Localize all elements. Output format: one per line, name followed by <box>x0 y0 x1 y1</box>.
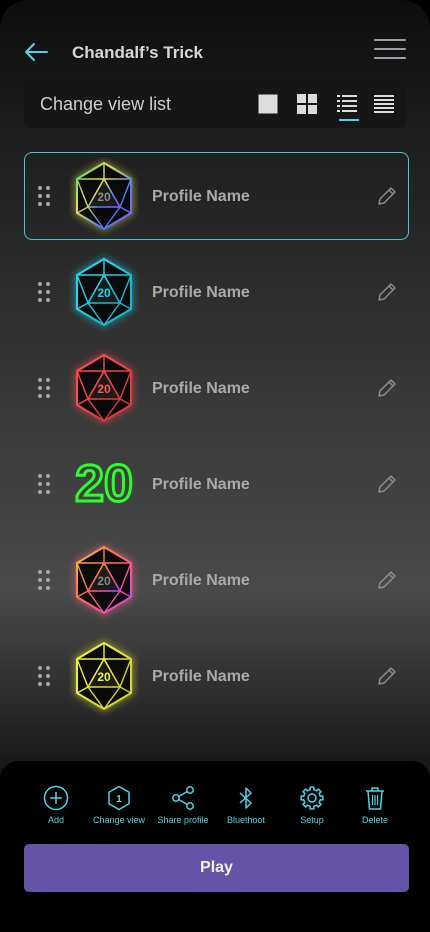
bottom-panel: Add 1 Change view Share profile Bluethoo… <box>0 761 430 932</box>
drag-handle-icon[interactable] <box>38 666 52 688</box>
top-bar: Chandalf’s Trick <box>0 30 430 74</box>
profile-row[interactable]: 20 Profile Name <box>24 152 409 240</box>
profile-name: Profile Name <box>152 476 250 493</box>
edit-pencil-icon[interactable] <box>376 185 398 207</box>
setup-button[interactable]: Setup <box>277 785 347 831</box>
action-label: Add <box>47 815 64 825</box>
bluetooth-button[interactable]: Bluethoot <box>211 785 281 831</box>
play-button[interactable]: Play <box>24 844 409 892</box>
arrow-left-icon <box>25 43 48 61</box>
view-single-button[interactable] <box>258 92 282 118</box>
drag-handle-icon[interactable] <box>38 378 52 400</box>
action-label: Change view <box>92 815 146 825</box>
profile-name: Profile Name <box>152 188 250 205</box>
view-list-button[interactable] <box>337 92 361 121</box>
d20-die-icon: 20 <box>69 349 139 429</box>
view-mode-label: Change view list <box>40 94 172 114</box>
svg-text:20: 20 <box>97 382 111 396</box>
view-mode-bar: Change view list <box>24 80 406 128</box>
profile-row[interactable]: 20 Profile Name <box>24 344 409 432</box>
edit-pencil-icon[interactable] <box>376 377 398 399</box>
hamburger-line <box>374 57 406 59</box>
menu-button[interactable] <box>374 39 406 61</box>
svg-text:20: 20 <box>97 286 111 300</box>
profile-row[interactable]: 20 Profile Name <box>24 536 409 624</box>
plus-circle-icon <box>43 785 69 811</box>
hexagon-one-icon: 1 <box>108 785 130 811</box>
svg-text:20: 20 <box>97 670 111 684</box>
page-title: Chandalf’s Trick <box>72 43 203 62</box>
view-compact-button[interactable] <box>374 92 398 118</box>
back-button[interactable] <box>22 40 50 64</box>
bluetooth-icon <box>239 787 252 809</box>
d20-die-icon: 20 <box>69 541 139 621</box>
profile-name: Profile Name <box>152 284 250 301</box>
d20-die-icon: 20 <box>69 157 139 237</box>
gear-icon <box>300 786 324 810</box>
trash-icon <box>366 787 384 810</box>
app-screen: Chandalf’s Trick Change view list 20 Pro… <box>0 0 430 932</box>
hamburger-line <box>374 48 406 50</box>
grid-icon <box>297 94 317 114</box>
square-icon <box>258 94 278 114</box>
action-label: Bluethoot <box>226 815 266 825</box>
d20-number-icon: 20 <box>69 445 139 525</box>
share-profile-button[interactable]: Share profile <box>148 785 218 831</box>
profile-row[interactable]: 20 Profile Name <box>24 440 409 528</box>
profile-name: Profile Name <box>152 668 250 685</box>
action-label: Setup <box>300 815 324 825</box>
svg-text:20: 20 <box>75 455 133 513</box>
hamburger-icon <box>374 39 406 41</box>
action-bar: Add 1 Change view Share profile Bluethoo… <box>0 785 430 831</box>
d20-die-icon: 20 <box>69 253 139 333</box>
add-button[interactable]: Add <box>21 785 91 831</box>
view-grid-button[interactable] <box>297 92 321 118</box>
action-label: Delete <box>361 815 388 825</box>
share-icon <box>172 786 194 810</box>
profile-row[interactable]: 20 Profile Name <box>24 632 409 720</box>
list-icon <box>337 95 357 112</box>
drag-handle-icon[interactable] <box>38 570 52 592</box>
compact-list-icon <box>374 95 394 113</box>
change-view-button[interactable]: 1 Change view <box>84 785 154 831</box>
profile-name: Profile Name <box>152 380 250 397</box>
edit-pencil-icon[interactable] <box>376 569 398 591</box>
svg-text:20: 20 <box>97 574 111 588</box>
drag-handle-icon[interactable] <box>38 282 52 304</box>
profile-name: Profile Name <box>152 572 250 589</box>
profile-list: 20 Profile Name 20 Profile Name 20 Profi… <box>24 152 409 728</box>
action-label: Share profile <box>157 815 209 825</box>
drag-handle-icon[interactable] <box>38 474 52 496</box>
edit-pencil-icon[interactable] <box>376 665 398 687</box>
profile-row[interactable]: 20 Profile Name <box>24 248 409 336</box>
svg-text:1: 1 <box>116 794 122 805</box>
svg-text:20: 20 <box>97 190 111 204</box>
d20-die-icon: 20 <box>69 637 139 717</box>
drag-handle-icon[interactable] <box>38 186 52 208</box>
delete-button[interactable]: Delete <box>340 785 410 831</box>
edit-pencil-icon[interactable] <box>376 473 398 495</box>
edit-pencil-icon[interactable] <box>376 281 398 303</box>
